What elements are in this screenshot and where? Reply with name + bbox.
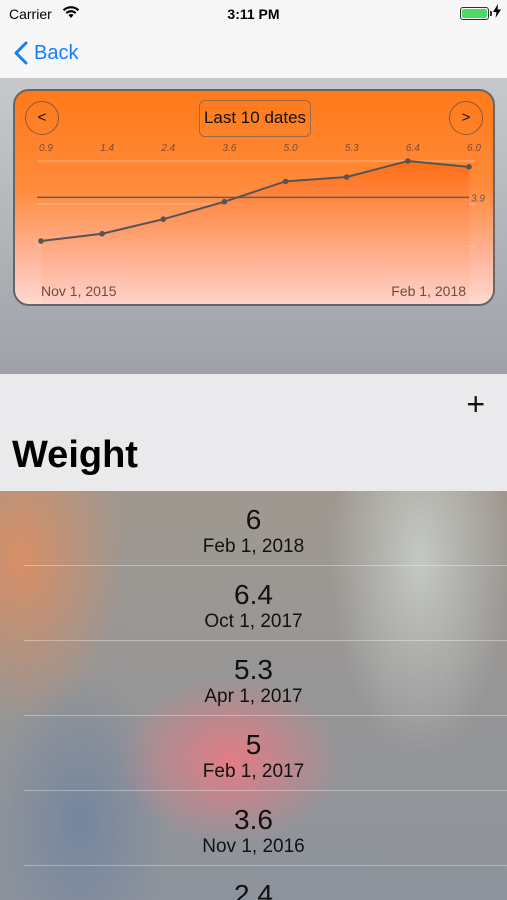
- chevron-left-icon: [14, 41, 28, 65]
- point-value-label: 6.0: [467, 143, 481, 154]
- next-range-button[interactable]: >: [449, 101, 483, 135]
- point-value-label: 5.0: [284, 143, 298, 154]
- entry-value: 5.3: [234, 654, 273, 685]
- data-point: [38, 238, 44, 244]
- list-item[interactable]: 2.4: [0, 866, 507, 900]
- point-value-label: 2.4: [160, 143, 175, 154]
- previous-range-button[interactable]: <: [25, 101, 59, 135]
- data-point: [405, 158, 411, 164]
- point-value-label: 0.9: [39, 143, 53, 154]
- back-button[interactable]: Back: [14, 38, 78, 68]
- add-entry-button[interactable]: +: [466, 388, 485, 420]
- status-bar: Carrier 3:11 PM: [0, 0, 507, 28]
- average-label: 3.9: [471, 193, 485, 204]
- back-label: Back: [34, 41, 79, 64]
- list-item[interactable]: 6.4 Oct 1, 2017: [0, 566, 507, 641]
- entry-value: 6.4: [234, 579, 273, 610]
- data-point: [466, 164, 472, 170]
- entries-list: 6 Feb 1, 2018 6.4 Oct 1, 2017 5.3 Apr 1, 2017…: [0, 491, 507, 900]
- entry-date: Oct 1, 2017: [204, 611, 303, 632]
- clock-time: 3:11 PM: [227, 6, 280, 22]
- list-item[interactable]: 5 Feb 1, 2017: [0, 716, 507, 791]
- list-item[interactable]: 3.6 Nov 1, 2016: [0, 791, 507, 866]
- point-value-label: 6.4: [406, 143, 420, 154]
- chart-card: 3.9 0.9 1.4 2.4 3.6 5.0 5.3 6.4 6.0 < Last 10 da…: [13, 89, 495, 306]
- chart-start-date: Nov 1, 2015: [41, 283, 117, 299]
- navigation-bar: Back: [0, 28, 507, 78]
- battery-icon: [460, 7, 492, 20]
- data-point: [282, 178, 289, 185]
- entry-date: Feb 1, 2017: [202, 761, 305, 782]
- list-item[interactable]: 5.3 Apr 1, 2017: [0, 641, 507, 716]
- range-selector-button[interactable]: Last 10 dates: [199, 100, 311, 137]
- entry-value: 5: [245, 729, 262, 760]
- list-item[interactable]: 6 Feb 1, 2018: [0, 491, 507, 566]
- data-point: [221, 198, 228, 205]
- page-title: Weight: [12, 434, 138, 476]
- entry-date: Nov 1, 2016: [202, 836, 305, 857]
- point-value-label: 1.4: [100, 143, 114, 154]
- data-point: [343, 174, 350, 180]
- entry-value: 2.4: [234, 879, 273, 900]
- point-value-label: 5.3: [345, 143, 359, 154]
- entry-date: Apr 1, 2017: [204, 686, 303, 707]
- chart-end-date: Feb 1, 2018: [391, 283, 466, 299]
- data-point: [160, 216, 167, 222]
- entry-value: 3.6: [234, 804, 273, 835]
- charging-bolt-icon: [493, 4, 501, 21]
- data-point: [99, 230, 105, 237]
- entry-date: Feb 1, 2018: [202, 536, 305, 557]
- point-value-label: 3.6: [222, 143, 236, 154]
- entry-value: 6: [245, 504, 262, 535]
